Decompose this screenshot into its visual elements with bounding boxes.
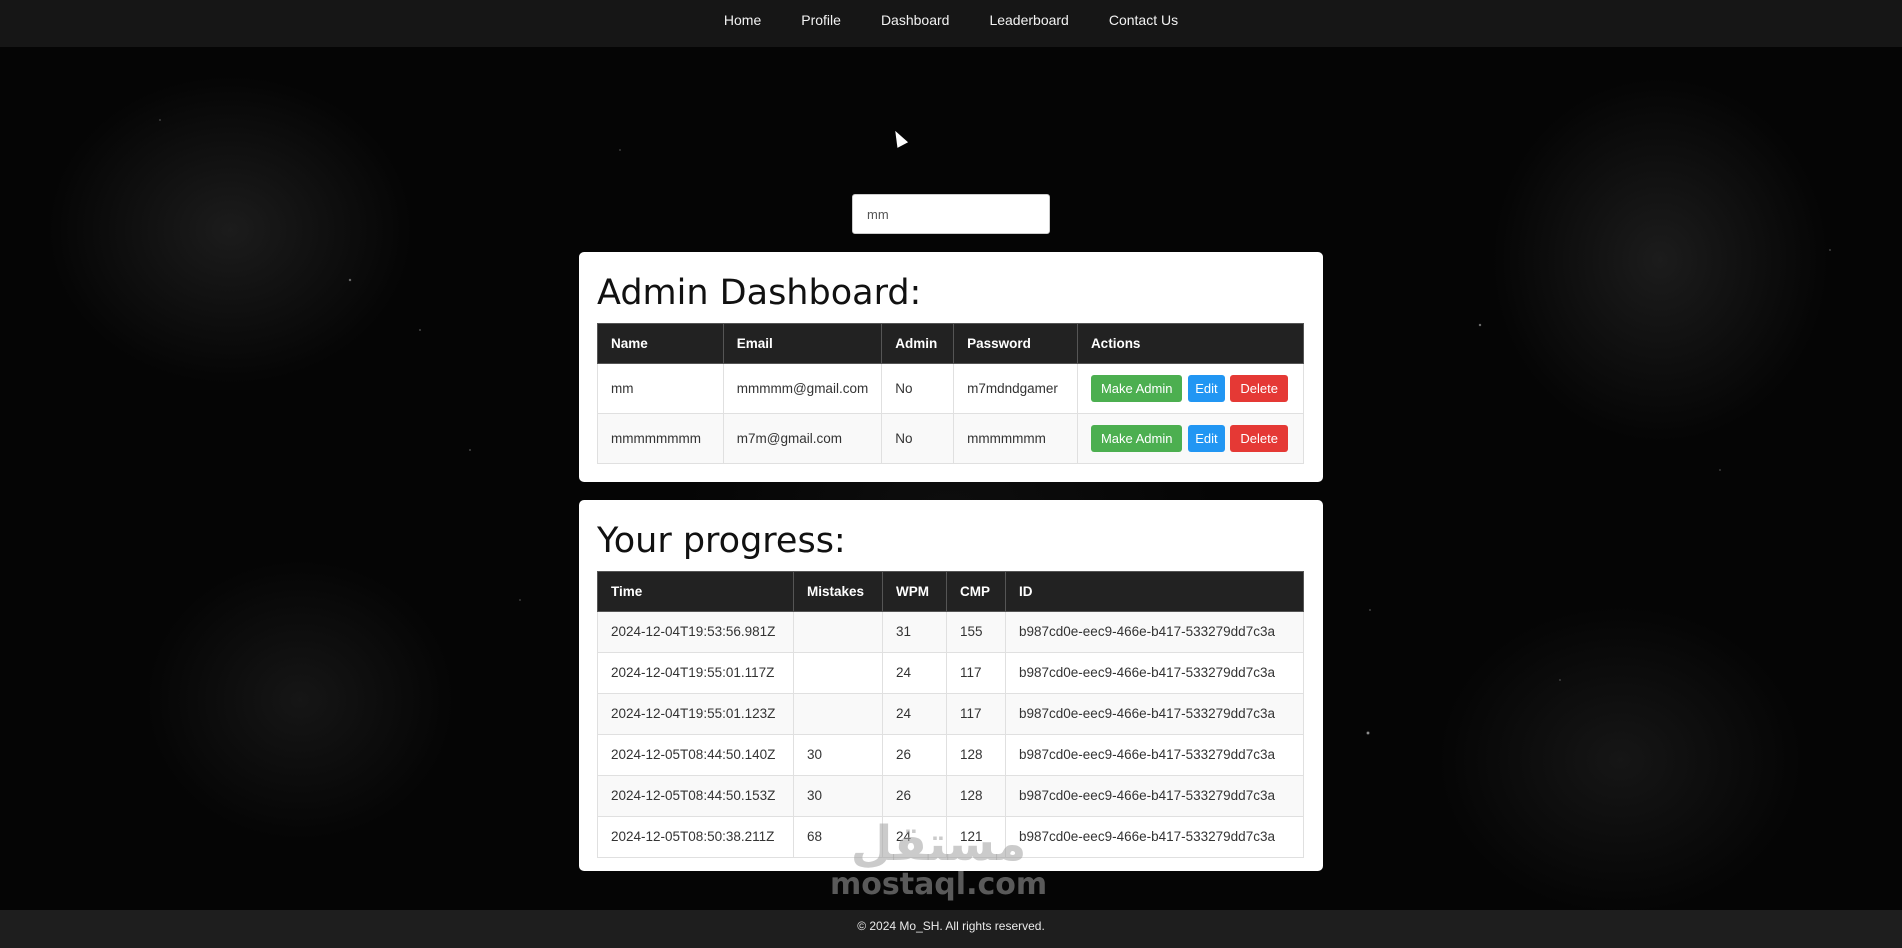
- mistakes-cell: 30: [793, 774, 883, 817]
- wpm-cell: 24: [882, 815, 947, 858]
- cmp-cell: 117: [946, 651, 1006, 694]
- user-email-cell: mmmmm@gmail.com: [722, 362, 883, 414]
- wpm-cell: 26: [882, 733, 947, 776]
- nav-dashboard-link[interactable]: Dashboard: [881, 12, 950, 36]
- users-table-header: Name Email Admin Password Actions: [597, 322, 1305, 364]
- user-actions-cell: Make Admin Edit Delete: [1076, 362, 1305, 414]
- time-cell: 2024-12-04T19:53:56.981Z: [597, 610, 794, 653]
- table-row: 2024-12-05T08:50:38.211Z 68 24 121 b987c…: [597, 815, 1304, 858]
- progress-card: Your progress: Time Mistakes WPM CMP ID …: [579, 500, 1323, 871]
- nav-home-link[interactable]: Home: [724, 12, 761, 36]
- search-input[interactable]: [852, 194, 1050, 234]
- time-cell: 2024-12-05T08:44:50.153Z: [597, 774, 794, 817]
- admin-dashboard-title: Admin Dashboard:: [597, 273, 922, 313]
- copyright-text: © 2024 Mo_SH. All rights reserved.: [857, 919, 1045, 933]
- user-email-cell: m7m@gmail.com: [722, 412, 883, 464]
- delete-button[interactable]: Delete: [1230, 374, 1288, 402]
- id-cell: b987cd0e-eec9-466e-b417-533279dd7c3a: [1005, 815, 1304, 858]
- wpm-cell: 31: [882, 610, 947, 653]
- table-row: 2024-12-04T19:53:56.981Z 31 155 b987cd0e…: [597, 610, 1304, 653]
- table-row: mm mmmmm@gmail.com No m7mdndgamer Make A…: [597, 362, 1305, 414]
- time-cell: 2024-12-04T19:55:01.117Z: [597, 651, 794, 694]
- wpm-cell: 24: [882, 692, 947, 735]
- table-row: 2024-12-04T19:55:01.123Z 24 117 b987cd0e…: [597, 692, 1304, 735]
- make-admin-button[interactable]: Make Admin: [1090, 374, 1183, 402]
- table-row: 2024-12-05T08:44:50.153Z 30 26 128 b987c…: [597, 774, 1304, 817]
- id-cell: b987cd0e-eec9-466e-b417-533279dd7c3a: [1005, 733, 1304, 776]
- user-name-cell: mmmmmmmm: [597, 412, 724, 464]
- column-header-actions: Actions: [1076, 322, 1305, 364]
- column-header-email: Email: [722, 322, 883, 364]
- mistakes-cell: [793, 651, 883, 694]
- table-row: 2024-12-05T08:44:50.140Z 30 26 128 b987c…: [597, 733, 1304, 776]
- table-row: 2024-12-04T19:55:01.117Z 24 117 b987cd0e…: [597, 651, 1304, 694]
- mistakes-cell: [793, 610, 883, 653]
- admin-dashboard-card: Admin Dashboard: Name Email Admin Passwo…: [579, 252, 1323, 482]
- cmp-cell: 155: [946, 610, 1006, 653]
- time-cell: 2024-12-05T08:50:38.211Z: [597, 815, 794, 858]
- nav-profile-link[interactable]: Profile: [801, 12, 841, 36]
- column-header-time: Time: [597, 570, 794, 612]
- time-cell: 2024-12-05T08:44:50.140Z: [597, 733, 794, 776]
- column-header-password: Password: [953, 322, 1078, 364]
- id-cell: b987cd0e-eec9-466e-b417-533279dd7c3a: [1005, 774, 1304, 817]
- column-header-id: ID: [1005, 570, 1304, 612]
- progress-title: Your progress:: [597, 521, 846, 561]
- column-header-admin: Admin: [881, 322, 955, 364]
- nav-leaderboard-link[interactable]: Leaderboard: [989, 12, 1068, 36]
- column-header-cmp: CMP: [946, 570, 1006, 612]
- column-header-mistakes: Mistakes: [793, 570, 883, 612]
- mistakes-cell: 30: [793, 733, 883, 776]
- column-header-wpm: WPM: [882, 570, 947, 612]
- cmp-cell: 128: [946, 774, 1006, 817]
- edit-button[interactable]: Edit: [1188, 374, 1225, 402]
- column-header-name: Name: [597, 322, 724, 364]
- progress-table-header: Time Mistakes WPM CMP ID: [597, 570, 1304, 612]
- cmp-cell: 121: [946, 815, 1006, 858]
- wpm-cell: 24: [882, 651, 947, 694]
- user-admin-cell: No: [881, 362, 955, 414]
- wpm-cell: 26: [882, 774, 947, 817]
- user-actions-cell: Make Admin Edit Delete: [1076, 412, 1305, 464]
- top-navbar: Home Profile Dashboard Leaderboard Conta…: [0, 0, 1902, 47]
- id-cell: b987cd0e-eec9-466e-b417-533279dd7c3a: [1005, 651, 1304, 694]
- nav-contact-link[interactable]: Contact Us: [1109, 12, 1178, 36]
- users-table: Name Email Admin Password Actions mm mmm…: [597, 322, 1305, 464]
- id-cell: b987cd0e-eec9-466e-b417-533279dd7c3a: [1005, 692, 1304, 735]
- delete-button[interactable]: Delete: [1230, 424, 1288, 452]
- edit-button[interactable]: Edit: [1188, 424, 1225, 452]
- cmp-cell: 128: [946, 733, 1006, 776]
- user-password-cell: mmmmmmm: [953, 412, 1078, 464]
- cmp-cell: 117: [946, 692, 1006, 735]
- mistakes-cell: [793, 692, 883, 735]
- progress-table: Time Mistakes WPM CMP ID 2024-12-04T19:5…: [597, 570, 1304, 858]
- mistakes-cell: 68: [793, 815, 883, 858]
- table-row: mmmmmmmm m7m@gmail.com No mmmmmmm Make A…: [597, 412, 1305, 464]
- page-footer: © 2024 Mo_SH. All rights reserved.: [0, 910, 1902, 948]
- time-cell: 2024-12-04T19:55:01.123Z: [597, 692, 794, 735]
- user-password-cell: m7mdndgamer: [953, 362, 1078, 414]
- user-name-cell: mm: [597, 362, 724, 414]
- make-admin-button[interactable]: Make Admin: [1090, 424, 1183, 452]
- user-admin-cell: No: [881, 412, 955, 464]
- id-cell: b987cd0e-eec9-466e-b417-533279dd7c3a: [1005, 610, 1304, 653]
